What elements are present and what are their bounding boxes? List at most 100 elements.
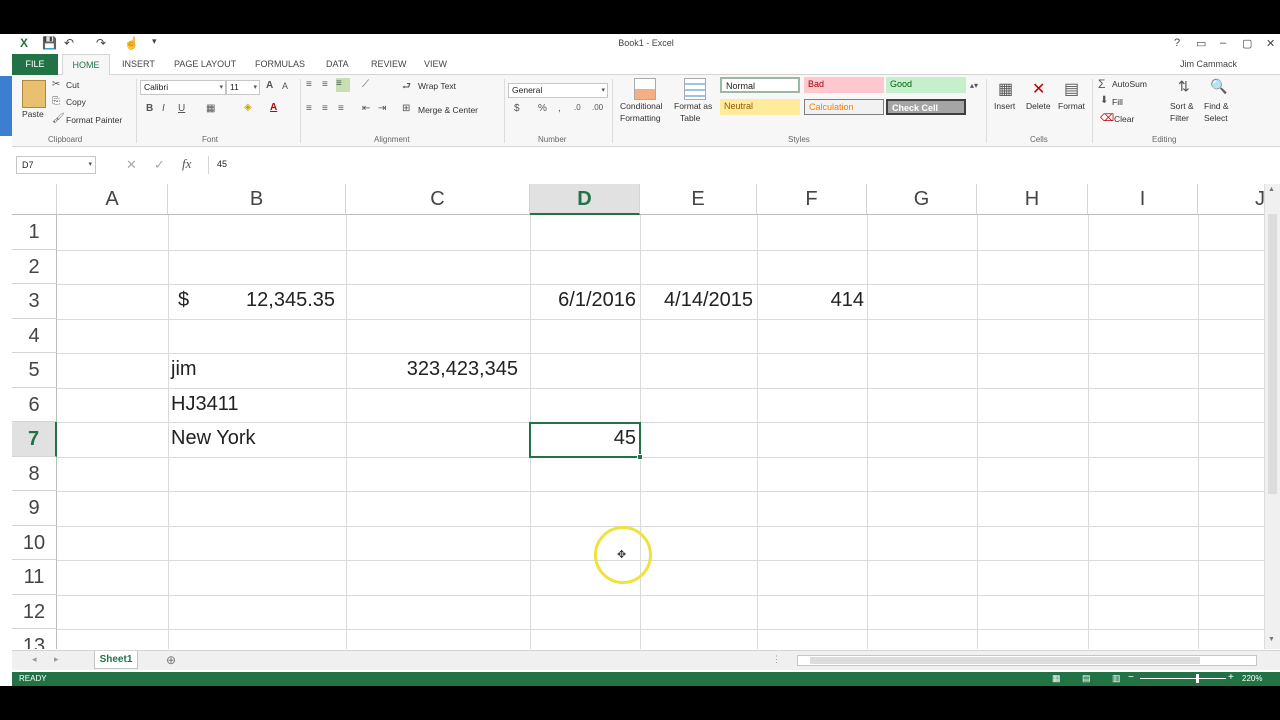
tab-formulas[interactable]: FORMULAS xyxy=(255,59,305,69)
grow-font-icon[interactable]: A xyxy=(266,80,273,91)
row-header-10[interactable]: 10 xyxy=(12,526,57,560)
cell-f3[interactable]: 414 xyxy=(757,289,864,312)
clear-button[interactable]: Clear xyxy=(1114,114,1134,124)
scroll-up-icon[interactable]: ▲ xyxy=(1268,186,1275,193)
scroll-down-icon[interactable]: ▼ xyxy=(1268,636,1275,643)
currency-icon[interactable]: $ xyxy=(514,103,520,114)
cancel-icon[interactable]: ✕ xyxy=(126,157,137,173)
orientation-icon[interactable]: ⟋ xyxy=(362,79,369,90)
zoom-out-icon[interactable]: − xyxy=(1128,672,1134,683)
column-header-a[interactable]: A xyxy=(57,184,168,215)
cut-button[interactable]: Cut xyxy=(66,80,79,90)
format-painter-button[interactable]: Format Painter xyxy=(66,115,122,125)
styles-scroll-icon[interactable]: ▴▾ xyxy=(970,81,978,90)
sheet-tab-sheet1[interactable]: Sheet1 xyxy=(94,651,138,669)
column-header-i[interactable]: I xyxy=(1088,184,1198,215)
tab-review[interactable]: REVIEW xyxy=(371,59,407,69)
style-good[interactable]: Good xyxy=(886,77,966,93)
fill-color-icon[interactable]: ◈ xyxy=(244,102,252,113)
normal-view-icon[interactable]: ▦ xyxy=(1052,673,1061,684)
ribbon-display-icon[interactable]: ▭ xyxy=(1196,37,1206,50)
close-button[interactable]: ✕ xyxy=(1266,37,1275,50)
wrap-text-button[interactable]: Wrap Text xyxy=(418,81,456,91)
cell-b5[interactable]: jim xyxy=(171,358,197,381)
cell-b3[interactable]: 12,345.35 xyxy=(168,289,335,312)
autosum-button[interactable]: AutoSum xyxy=(1112,79,1147,89)
row-header-4[interactable]: 4 xyxy=(12,319,57,353)
row-header-7[interactable]: 7 xyxy=(12,422,57,457)
increase-decimal-icon[interactable]: .0 xyxy=(574,103,581,112)
paste-button[interactable]: Paste xyxy=(22,109,44,119)
insert-function-icon[interactable]: fx xyxy=(182,156,191,172)
increase-indent-icon[interactable]: ⇥ xyxy=(378,103,386,114)
formula-input[interactable]: 45 xyxy=(208,156,1268,174)
sort-filter-line2[interactable]: Filter xyxy=(1170,113,1189,123)
font-color-icon[interactable]: A xyxy=(270,102,277,113)
middle-align-icon[interactable]: ≡ xyxy=(322,79,328,90)
align-right-icon[interactable]: ≡ xyxy=(338,103,344,114)
tab-file[interactable]: FILE xyxy=(12,54,58,75)
row-header-6[interactable]: 6 xyxy=(12,388,57,422)
cell-b6[interactable]: HJ3411 xyxy=(171,393,238,416)
bottom-align-icon[interactable]: ≡ xyxy=(336,78,350,92)
format-as-table-line2[interactable]: Table xyxy=(680,113,700,123)
row-header-9[interactable]: 9 xyxy=(12,491,57,526)
tab-page-layout[interactable]: PAGE LAYOUT xyxy=(174,59,236,69)
comma-icon[interactable]: , xyxy=(558,103,561,114)
select-all-corner[interactable] xyxy=(12,184,57,215)
active-cell-border[interactable] xyxy=(529,422,641,458)
underline-icon[interactable]: U xyxy=(178,103,185,114)
horizontal-scrollbar[interactable] xyxy=(797,655,1257,666)
row-header-13[interactable]: 13 xyxy=(12,629,57,649)
conditional-formatting-line2[interactable]: Formatting xyxy=(620,113,661,123)
font-name-select[interactable]: Calibri ▾ xyxy=(140,80,226,95)
number-format-select[interactable]: General ▾ xyxy=(508,83,608,98)
insert-cells-button[interactable]: Insert xyxy=(994,101,1015,111)
row-header-11[interactable]: 11 xyxy=(12,560,57,595)
new-sheet-icon[interactable]: ⊕ xyxy=(166,653,176,667)
column-header-e[interactable]: E xyxy=(640,184,757,215)
borders-icon[interactable]: ▦ xyxy=(206,103,215,114)
row-header-8[interactable]: 8 xyxy=(12,457,57,491)
maximize-button[interactable]: ▢ xyxy=(1242,37,1252,50)
vertical-scrollbar[interactable]: ▲ ▼ xyxy=(1264,184,1280,649)
align-left-icon[interactable]: ≡ xyxy=(306,103,312,114)
horizontal-scroll-thumb[interactable] xyxy=(810,657,1200,664)
row-header-5[interactable]: 5 xyxy=(12,353,57,388)
shrink-font-icon[interactable]: A xyxy=(282,81,288,91)
style-neutral[interactable]: Neutral xyxy=(720,99,800,115)
style-normal[interactable]: Normal xyxy=(720,77,800,93)
row-header-1[interactable]: 1 xyxy=(12,215,57,250)
row-header-2[interactable]: 2 xyxy=(12,250,57,284)
page-break-view-icon[interactable]: ▥ xyxy=(1112,673,1121,684)
row-header-12[interactable]: 12 xyxy=(12,595,57,629)
conditional-formatting-line1[interactable]: Conditional xyxy=(620,101,663,111)
cell-e3[interactable]: 4/14/2015 xyxy=(640,289,753,312)
italic-icon[interactable]: I xyxy=(162,103,165,114)
format-as-table-line1[interactable]: Format as xyxy=(674,101,712,111)
paste-icon[interactable] xyxy=(22,80,46,108)
column-header-f[interactable]: F xyxy=(757,184,867,215)
column-header-d[interactable]: D xyxy=(530,184,640,215)
tab-insert[interactable]: INSERT xyxy=(122,59,155,69)
split-handle-icon[interactable]: ⋮ xyxy=(772,654,781,665)
fill-button[interactable]: Fill xyxy=(1112,97,1123,107)
find-select-line1[interactable]: Find & xyxy=(1204,101,1229,111)
copy-button[interactable]: Copy xyxy=(66,97,86,107)
zoom-slider-thumb[interactable] xyxy=(1196,674,1199,683)
find-select-line2[interactable]: Select xyxy=(1204,113,1228,123)
format-cells-button[interactable]: Format xyxy=(1058,101,1085,111)
bold-icon[interactable]: B xyxy=(146,103,153,114)
column-header-h[interactable]: H xyxy=(977,184,1088,215)
enter-icon[interactable]: ✓ xyxy=(154,157,165,173)
decrease-decimal-icon[interactable]: .00 xyxy=(592,103,603,112)
percent-icon[interactable]: % xyxy=(538,103,547,114)
delete-cells-button[interactable]: Delete xyxy=(1026,101,1051,111)
style-bad[interactable]: Bad xyxy=(804,77,884,93)
page-layout-view-icon[interactable]: ▤ xyxy=(1082,673,1091,684)
align-center-icon[interactable]: ≡ xyxy=(322,103,328,114)
user-name[interactable]: Jim Cammack xyxy=(1180,59,1237,69)
font-size-select[interactable]: 11 ▾ xyxy=(226,80,260,95)
zoom-in-icon[interactable]: + xyxy=(1228,672,1234,683)
fill-handle[interactable] xyxy=(637,454,643,460)
